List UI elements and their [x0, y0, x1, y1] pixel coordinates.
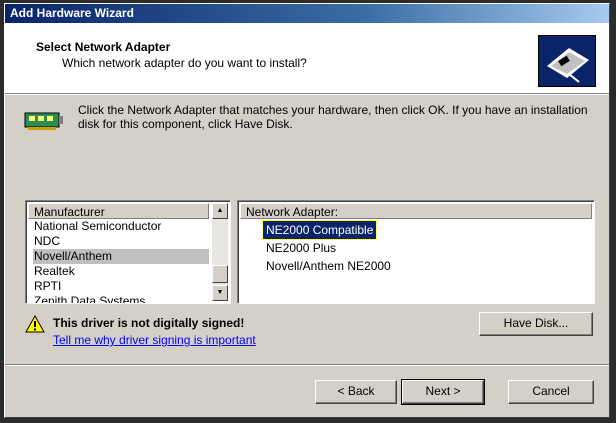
manufacturer-scrollbar[interactable]: ▲ ▼ [212, 203, 228, 301]
network-adapter-list-item[interactable]: NE2000 Compatible [261, 220, 378, 240]
page-subtitle: Which network adapter do you want to ins… [62, 56, 307, 70]
network-adapter-column-header[interactable]: Network Adapter: [240, 203, 592, 219]
scroll-up-button[interactable]: ▲ [212, 203, 228, 219]
header-divider [5, 94, 609, 95]
network-adapter-list-item[interactable]: NE2000 Plus [263, 239, 339, 257]
add-hardware-wizard-window: Add Hardware Wizard Select Network Adapt… [4, 3, 610, 418]
driver-signing-link[interactable]: Tell me why driver signing is important [53, 333, 256, 347]
network-adapter-list-item[interactable]: Novell/Anthem NE2000 [263, 257, 394, 275]
manufacturer-list-item[interactable]: National Semiconductor [33, 219, 209, 234]
manufacturer-list-item[interactable]: Realtek [33, 264, 209, 279]
manufacturer-list-item[interactable]: Zenith Data Systems [33, 294, 209, 303]
instructions-text: Click the Network Adapter that matches y… [78, 103, 588, 131]
network-adapter-list[interactable]: Network Adapter: NE2000 Compatible NE2000… [237, 200, 595, 304]
unsigned-driver-warning: This driver is not digitally signed! [53, 316, 245, 330]
scroll-down-button[interactable]: ▼ [212, 285, 228, 301]
cancel-button[interactable]: Cancel [508, 380, 594, 404]
network-card-icon [538, 35, 596, 87]
manufacturer-column-header[interactable]: Manufacturer [28, 203, 209, 219]
back-button[interactable]: < Back [315, 380, 397, 404]
manufacturer-list-item[interactable]: RPTI [33, 279, 209, 294]
footer-divider-highlight [5, 365, 609, 366]
manufacturer-list-item[interactable]: NDC [33, 234, 209, 249]
wizard-header: Select Network Adapter Which network ada… [5, 23, 609, 94]
scroll-thumb[interactable] [212, 265, 228, 283]
next-button[interactable]: Next > [401, 379, 485, 405]
manufacturer-list-item[interactable]: Novell/Anthem [33, 249, 209, 264]
title-bar[interactable]: Add Hardware Wizard [5, 4, 609, 23]
have-disk-button[interactable]: Have Disk... [479, 312, 593, 336]
network-adapter-items: NE2000 Compatible NE2000 Plus Novell/Anthe… [261, 220, 394, 275]
manufacturer-list[interactable]: Manufacturer National Semiconductor NDC No… [25, 200, 231, 304]
network-adapter-icon [24, 110, 64, 132]
warning-icon [25, 314, 45, 333]
manufacturer-items: National Semiconductor NDC Novell/Anthem Re… [33, 219, 209, 303]
page-title: Select Network Adapter [36, 40, 171, 54]
